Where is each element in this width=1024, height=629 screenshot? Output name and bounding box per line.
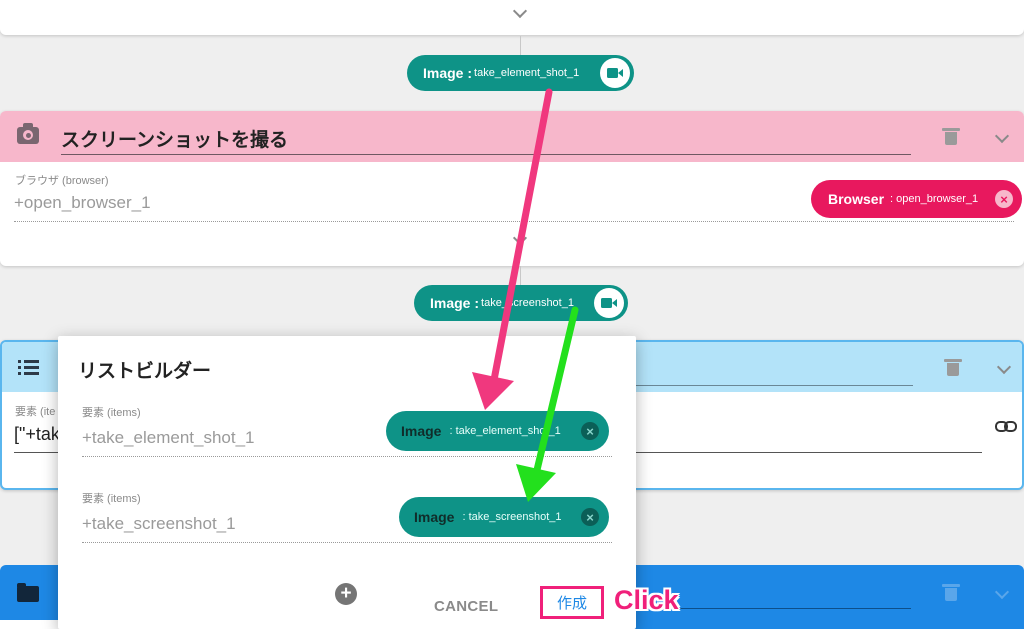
list-builder-dialog: リストビルダー 要素 (items) +take_element_shot_1 … bbox=[58, 336, 636, 629]
create-button-label: 作成 bbox=[556, 595, 587, 612]
chevron-down-icon[interactable] bbox=[512, 3, 528, 19]
click-annotation: Click bbox=[614, 585, 679, 615]
field-underline bbox=[82, 456, 612, 457]
trash-icon[interactable] bbox=[944, 359, 962, 376]
connector-line bbox=[520, 266, 521, 286]
screenshot-block-header: スクリーンショットを撮る bbox=[0, 111, 1024, 162]
items-field-label: 要素 (ite bbox=[15, 406, 56, 418]
video-camera-icon[interactable] bbox=[600, 58, 630, 88]
list-icon bbox=[18, 360, 40, 376]
chevron-down-icon[interactable] bbox=[994, 584, 1010, 600]
image-output-node-2[interactable]: Image : take_screenshot_1 bbox=[414, 285, 628, 321]
node-value: take_screenshot_1 bbox=[481, 297, 574, 309]
items-field-value-1[interactable]: +take_element_shot_1 bbox=[82, 428, 255, 448]
dialog-title: リストビルダー bbox=[78, 361, 212, 382]
items-field-label-2: 要素 (items) bbox=[82, 493, 141, 505]
close-icon[interactable]: × bbox=[581, 422, 599, 440]
trash-icon[interactable] bbox=[942, 128, 960, 145]
close-icon[interactable]: × bbox=[581, 508, 599, 526]
chevron-down-icon[interactable] bbox=[512, 230, 528, 246]
node-value: take_element_shot_1 bbox=[474, 67, 580, 79]
chip-label: Browser bbox=[828, 191, 885, 207]
browser-chip[interactable]: Browser : open_browser_1 × bbox=[811, 180, 1022, 218]
camera-icon bbox=[17, 123, 39, 144]
items-field-value-2[interactable]: +take_screenshot_1 bbox=[82, 514, 236, 534]
items-field-label-1: 要素 (items) bbox=[82, 407, 141, 419]
field-underline bbox=[82, 542, 612, 543]
browser-field-value[interactable]: +open_browser_1 bbox=[14, 193, 151, 213]
chevron-down-icon[interactable] bbox=[996, 359, 1012, 375]
field-underline bbox=[14, 221, 1014, 222]
node-label: Image : bbox=[430, 295, 480, 311]
create-button[interactable]: 作成 bbox=[540, 586, 604, 619]
add-item-icon[interactable]: + bbox=[335, 583, 357, 605]
screenshot-block: スクリーンショットを撮る ブラウザ (browser) +open_browse… bbox=[0, 111, 1024, 266]
chip-label: Image bbox=[401, 423, 442, 439]
link-icon[interactable] bbox=[995, 421, 1017, 432]
cancel-button[interactable]: CANCEL bbox=[434, 598, 498, 615]
video-camera-icon[interactable] bbox=[594, 288, 624, 318]
chip-value: : take_element_shot_1 bbox=[449, 425, 561, 437]
image-output-node-1[interactable]: Image : take_element_shot_1 bbox=[407, 55, 634, 91]
chip-value: : open_browser_1 bbox=[890, 193, 979, 205]
top-block-card bbox=[0, 0, 1024, 35]
connector-line bbox=[520, 36, 521, 56]
chip-value: : take_screenshot_1 bbox=[462, 511, 562, 523]
items-field-value[interactable]: ["+tak bbox=[14, 424, 60, 445]
close-icon[interactable]: × bbox=[995, 190, 1013, 208]
image-chip-2[interactable]: Image : take_screenshot_1 × bbox=[399, 497, 609, 537]
folder-block-body bbox=[0, 620, 60, 629]
block-title[interactable]: スクリーンショットを撮る bbox=[61, 125, 288, 152]
browser-field-label: ブラウザ (browser) bbox=[15, 175, 109, 187]
trash-icon[interactable] bbox=[942, 584, 960, 601]
folder-icon bbox=[17, 583, 39, 602]
node-label: Image : bbox=[423, 65, 473, 81]
chevron-down-icon[interactable] bbox=[994, 128, 1010, 144]
title-underline bbox=[61, 154, 911, 155]
image-chip-1[interactable]: Image : take_element_shot_1 × bbox=[386, 411, 609, 451]
chip-label: Image bbox=[414, 509, 455, 525]
